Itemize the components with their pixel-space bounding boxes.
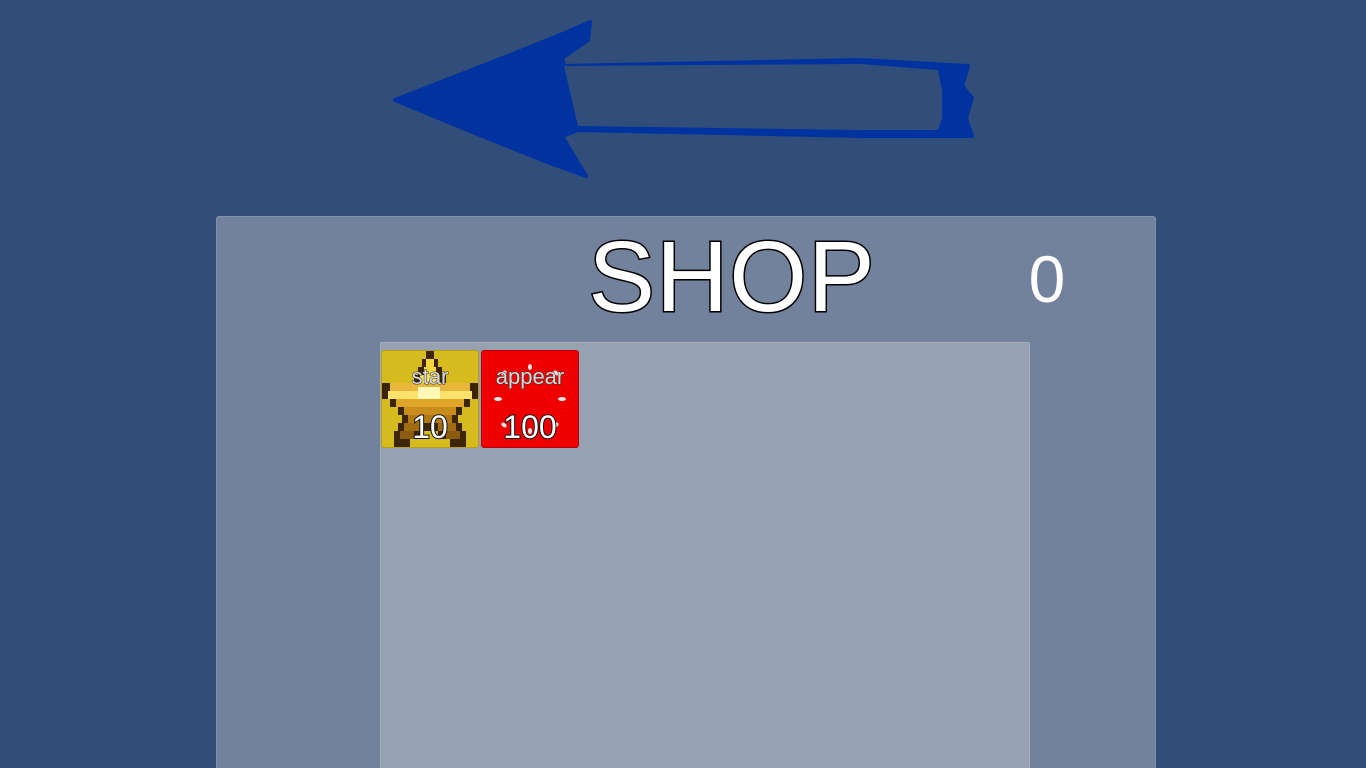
shop-item-appear[interactable]: appear 100 [481, 350, 579, 448]
item-name: star [411, 364, 449, 390]
back-arrow-button[interactable] [390, 18, 980, 183]
shop-title: SHOP [587, 221, 876, 333]
coin-count: 0 [1028, 242, 1066, 316]
left-arrow-icon [393, 20, 974, 178]
item-name: appear [495, 364, 565, 390]
item-price: 100 [502, 408, 557, 446]
item-price: 10 [411, 408, 449, 446]
shop-item-star[interactable]: star 10 [381, 350, 479, 448]
shop-item-grid: star 10 appear 100 [380, 342, 1030, 768]
shop-panel: SHOP 0 star 10 appear 100 [216, 216, 1156, 768]
game-screen: SHOP 0 star 10 appear 100 [0, 0, 1366, 768]
